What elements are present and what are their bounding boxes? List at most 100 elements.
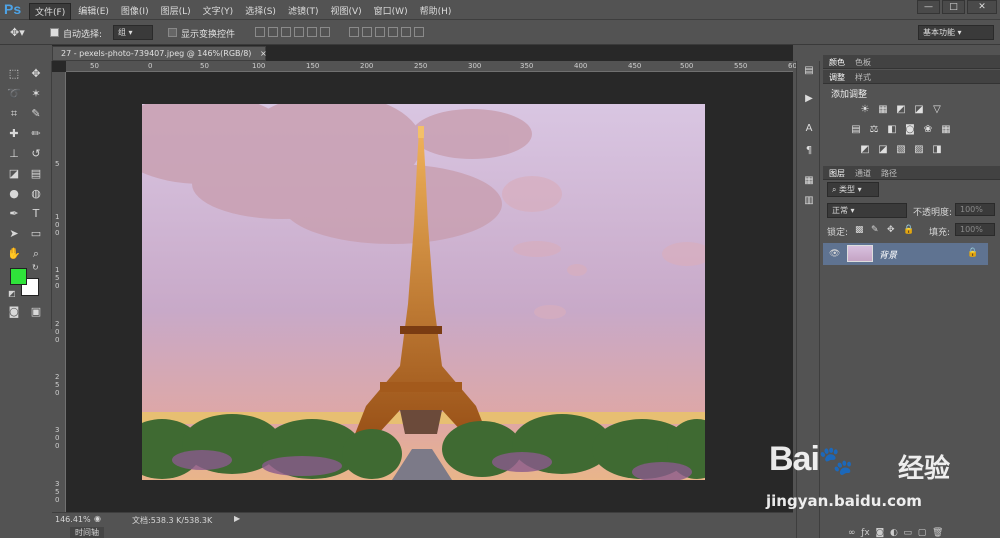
close-button[interactable]: ✕ (967, 0, 997, 14)
auto-select-dropdown[interactable]: 组 ▾ (113, 25, 153, 40)
swap-colors-icon[interactable]: ↻ (32, 263, 39, 272)
auto-select-checkbox[interactable] (50, 28, 59, 40)
stamp-tool-icon[interactable]: ⊥ (5, 145, 23, 163)
eraser-tool-icon[interactable]: ◪ (5, 165, 23, 183)
distribute-hcenter-icon[interactable] (400, 27, 411, 37)
tab-adjustments[interactable]: 调整 (829, 72, 845, 83)
zoom-level[interactable]: 146.41% (55, 515, 91, 524)
posterize-icon[interactable]: ◪ (877, 144, 889, 156)
lock-all-icon[interactable]: 🔒 (903, 225, 914, 235)
type-tool-icon[interactable]: T (27, 205, 45, 223)
distribute-bottom-icon[interactable] (374, 27, 385, 37)
dodge-tool-icon[interactable]: ◍ (27, 185, 45, 203)
show-transform-checkbox[interactable] (168, 28, 177, 40)
lock-pixels-icon[interactable]: ▩ (855, 225, 864, 235)
quick-mask-icon[interactable]: ◙ (5, 303, 23, 321)
new-layer-icon[interactable]: ▢ (918, 528, 927, 538)
visibility-eye-icon[interactable]: 👁 (829, 249, 840, 259)
zoom-tool-icon[interactable]: ⌕ (27, 245, 45, 263)
tab-styles[interactable]: 样式 (855, 72, 871, 83)
new-group-icon[interactable]: ▭ (904, 528, 913, 538)
align-vcenter-icon[interactable] (268, 27, 278, 37)
hue-saturation-icon[interactable]: ▤ (850, 124, 862, 136)
layer-kind-filter[interactable]: ⌕ 类型 ▾ (827, 182, 879, 197)
distribute-top-icon[interactable] (348, 27, 359, 37)
menu-filter[interactable]: 滤镜(T) (283, 3, 324, 20)
menu-file[interactable]: 文件(F) (29, 3, 72, 20)
delete-layer-icon[interactable]: 🗑 (932, 528, 943, 538)
paragraph-panel-icon[interactable]: ¶ (802, 145, 816, 159)
status-menu-arrow-icon[interactable]: ▶ (234, 514, 240, 523)
canvas-photo-eiffel-tower[interactable] (142, 104, 705, 480)
exposure-icon[interactable]: ◪ (913, 104, 925, 116)
menu-window[interactable]: 窗口(W) (369, 3, 413, 20)
align-left-icon[interactable] (294, 27, 304, 37)
crop-tool-icon[interactable]: ⌗ (5, 105, 23, 123)
history-brush-icon[interactable]: ↺ (27, 145, 45, 163)
menu-type[interactable]: 文字(Y) (198, 3, 239, 20)
tab-color[interactable]: 颜色 (829, 57, 845, 68)
blur-tool-icon[interactable]: ● (5, 185, 23, 203)
align-bottom-icon[interactable] (281, 27, 291, 37)
new-adjustment-icon[interactable]: ◐ (890, 528, 898, 538)
selective-color-icon[interactable]: ◨ (931, 144, 943, 156)
align-hcenter-icon[interactable] (307, 27, 317, 37)
align-top-icon[interactable] (255, 27, 265, 37)
notes-panel-icon[interactable]: ▥ (802, 195, 816, 209)
color-lookup-icon[interactable]: ▦ (940, 124, 952, 136)
gradient-tool-icon[interactable]: ▤ (27, 165, 45, 183)
menu-view[interactable]: 视图(V) (325, 3, 366, 20)
eyedropper-icon[interactable]: ✎ (27, 105, 45, 123)
distribute-left-icon[interactable] (387, 27, 398, 37)
hand-tool-icon[interactable]: ✋ (5, 245, 23, 263)
vibrance-icon[interactable]: ▽ (931, 104, 943, 116)
screen-mode-icon[interactable]: ▣ (27, 303, 45, 321)
align-right-icon[interactable] (320, 27, 330, 37)
history-panel-icon[interactable]: ▤ (802, 65, 816, 79)
document-tab[interactable]: 27 - pexels-photo-739407.jpeg @ 146%(RGB… (52, 46, 267, 61)
menu-layer[interactable]: 图层(L) (156, 3, 196, 20)
minimize-button[interactable]: — (917, 0, 940, 14)
tab-channels[interactable]: 通道 (855, 168, 871, 179)
menu-image[interactable]: 图像(I) (116, 3, 154, 20)
levels-icon[interactable]: ▦ (877, 104, 889, 116)
character-panel-icon[interactable]: A (802, 123, 816, 137)
menu-help[interactable]: 帮助(H) (415, 3, 457, 20)
lock-brush-icon[interactable]: ✎ (871, 225, 879, 235)
move-tool-icon[interactable]: ✥ (27, 65, 45, 83)
menu-select[interactable]: 选择(S) (240, 3, 281, 20)
tab-paths[interactable]: 路径 (881, 168, 897, 179)
add-mask-icon[interactable]: ◙ (875, 528, 884, 538)
channel-mixer-icon[interactable]: ❀ (922, 124, 934, 136)
layer-name[interactable]: 背景 (879, 248, 897, 261)
link-layers-icon[interactable]: ∞ (848, 528, 856, 538)
default-colors-icon[interactable]: ◩ (8, 289, 16, 298)
marquee-tool-icon[interactable]: ⬚ (5, 65, 23, 83)
path-select-icon[interactable]: ➤ (5, 225, 23, 243)
layer-row-background[interactable]: 👁 背景 🔒 (823, 243, 988, 265)
tab-close-icon[interactable]: × (260, 49, 267, 58)
move-tool-icon[interactable]: ✥▾ (10, 26, 25, 39)
black-white-icon[interactable]: ◧ (886, 124, 898, 136)
lock-position-icon[interactable]: ✥ (887, 225, 895, 235)
restore-button[interactable]: □ (942, 0, 965, 14)
photo-filter-icon[interactable]: ◙ (904, 124, 916, 136)
actions-panel-icon[interactable]: ▶ (802, 93, 816, 107)
pen-tool-icon[interactable]: ✒ (5, 205, 23, 223)
rectangle-tool-icon[interactable]: ▭ (27, 225, 45, 243)
curves-icon[interactable]: ◩ (895, 104, 907, 116)
tab-layers[interactable]: 图层 (829, 168, 845, 179)
healing-brush-icon[interactable]: ✚ (5, 125, 23, 143)
invert-icon[interactable]: ◩ (859, 144, 871, 156)
lasso-tool-icon[interactable]: ➰ (5, 85, 23, 103)
color-balance-icon[interactable]: ⚖ (868, 124, 880, 136)
gradient-map-icon[interactable]: ▨ (913, 144, 925, 156)
distribute-right-icon[interactable] (413, 27, 424, 37)
timeline-tab[interactable]: 时间轴 (70, 527, 104, 538)
layer-style-icon[interactable]: ƒx (861, 528, 870, 538)
brush-tool-icon[interactable]: ✏ (27, 125, 45, 143)
distribute-vcenter-icon[interactable] (361, 27, 372, 37)
properties-panel-icon[interactable]: ▦ (802, 175, 816, 189)
workspace-dropdown[interactable]: 基本功能 ▾ (918, 25, 994, 40)
magic-wand-icon[interactable]: ✶ (27, 85, 45, 103)
